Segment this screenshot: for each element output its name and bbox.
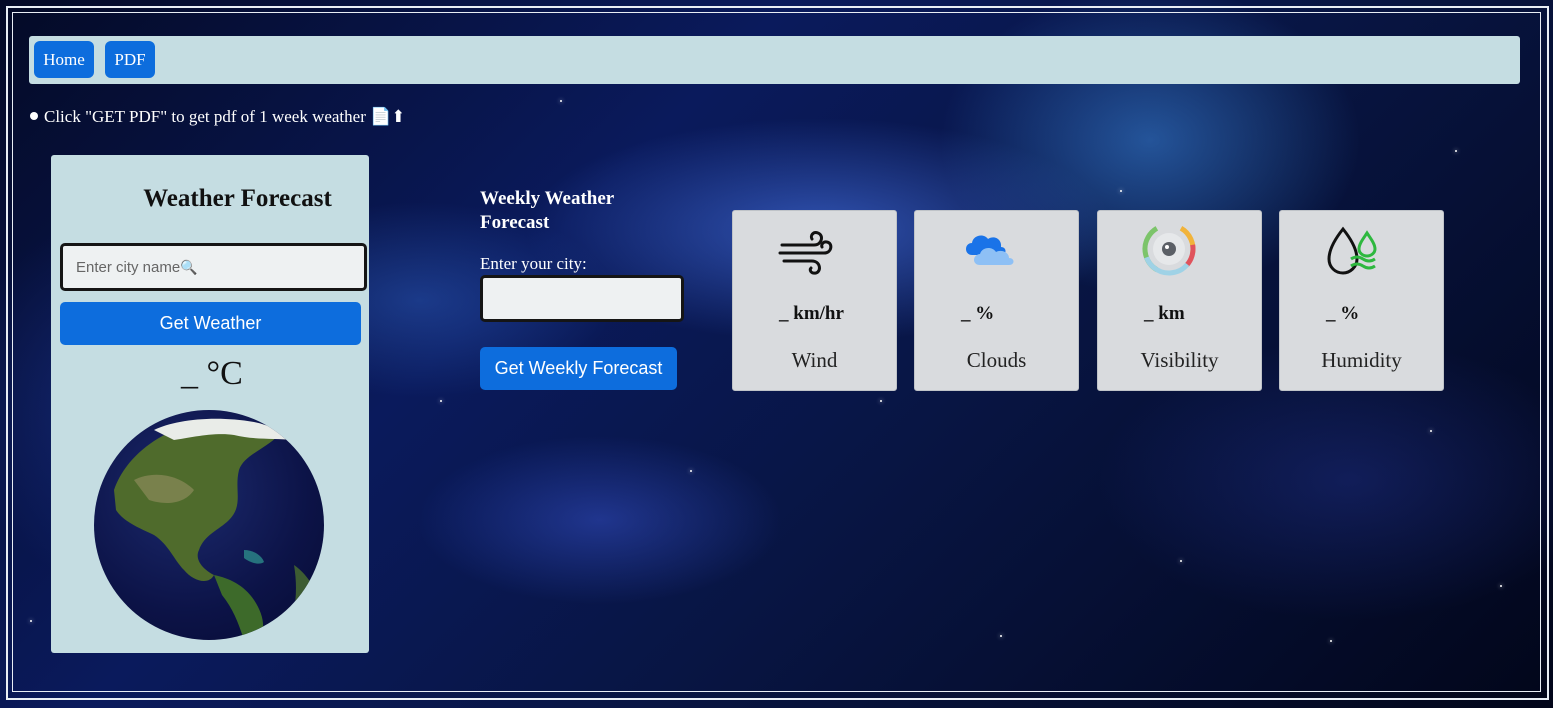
temperature-unit: °C (206, 355, 243, 392)
get-weather-button[interactable]: Get Weather (60, 302, 361, 345)
pdf-notice-text: Click "GET PDF" to get pdf of 1 week wea… (44, 107, 406, 126)
navbar: Home PDF (29, 36, 1520, 84)
search-icon: 🔍 (180, 259, 198, 275)
visibility-value: _ km (1144, 303, 1185, 324)
earth-globe-image (94, 410, 324, 640)
humidity-card: _ % Humidity (1279, 210, 1444, 391)
temperature-value: _ (181, 355, 198, 392)
city-input-placeholder: Enter city name (76, 259, 181, 276)
weekly-city-input[interactable] (480, 275, 684, 322)
weekly-forecast-title: Weekly Weather Forecast (480, 188, 614, 233)
temperature-display: _ °C (181, 355, 243, 393)
wind-label: Wind (791, 348, 838, 372)
visibility-label: Visibility (1140, 348, 1219, 372)
visibility-card: _ km Visibility (1097, 210, 1262, 391)
bullet-icon (30, 112, 38, 120)
visibility-eye-icon (1142, 222, 1196, 276)
clouds-label: Clouds (966, 348, 1027, 372)
weekly-city-label: Enter your city: (480, 254, 587, 273)
pdf-button[interactable]: PDF (105, 41, 155, 78)
cloud-icon (966, 235, 1014, 265)
clouds-card: _ % Clouds (914, 210, 1079, 391)
humidity-drop-icon (1327, 226, 1377, 275)
get-weekly-forecast-button[interactable]: Get Weekly Forecast (480, 347, 677, 390)
pdf-notice: Click "GET PDF" to get pdf of 1 week wea… (30, 107, 406, 127)
wind-icon (778, 231, 833, 275)
city-search-input[interactable]: Enter city name🔍 (60, 243, 367, 291)
home-button[interactable]: Home (34, 41, 94, 78)
wind-value: _ km/hr (779, 303, 844, 324)
weather-forecast-card: Weather Forecast Enter city name🔍 Get We… (51, 155, 369, 653)
wind-card: _ km/hr Wind (732, 210, 897, 391)
humidity-label: Humidity (1321, 348, 1402, 372)
clouds-value: _ % (961, 303, 995, 324)
humidity-value: _ % (1326, 303, 1360, 324)
weather-forecast-title: Weather Forecast (143, 185, 332, 212)
